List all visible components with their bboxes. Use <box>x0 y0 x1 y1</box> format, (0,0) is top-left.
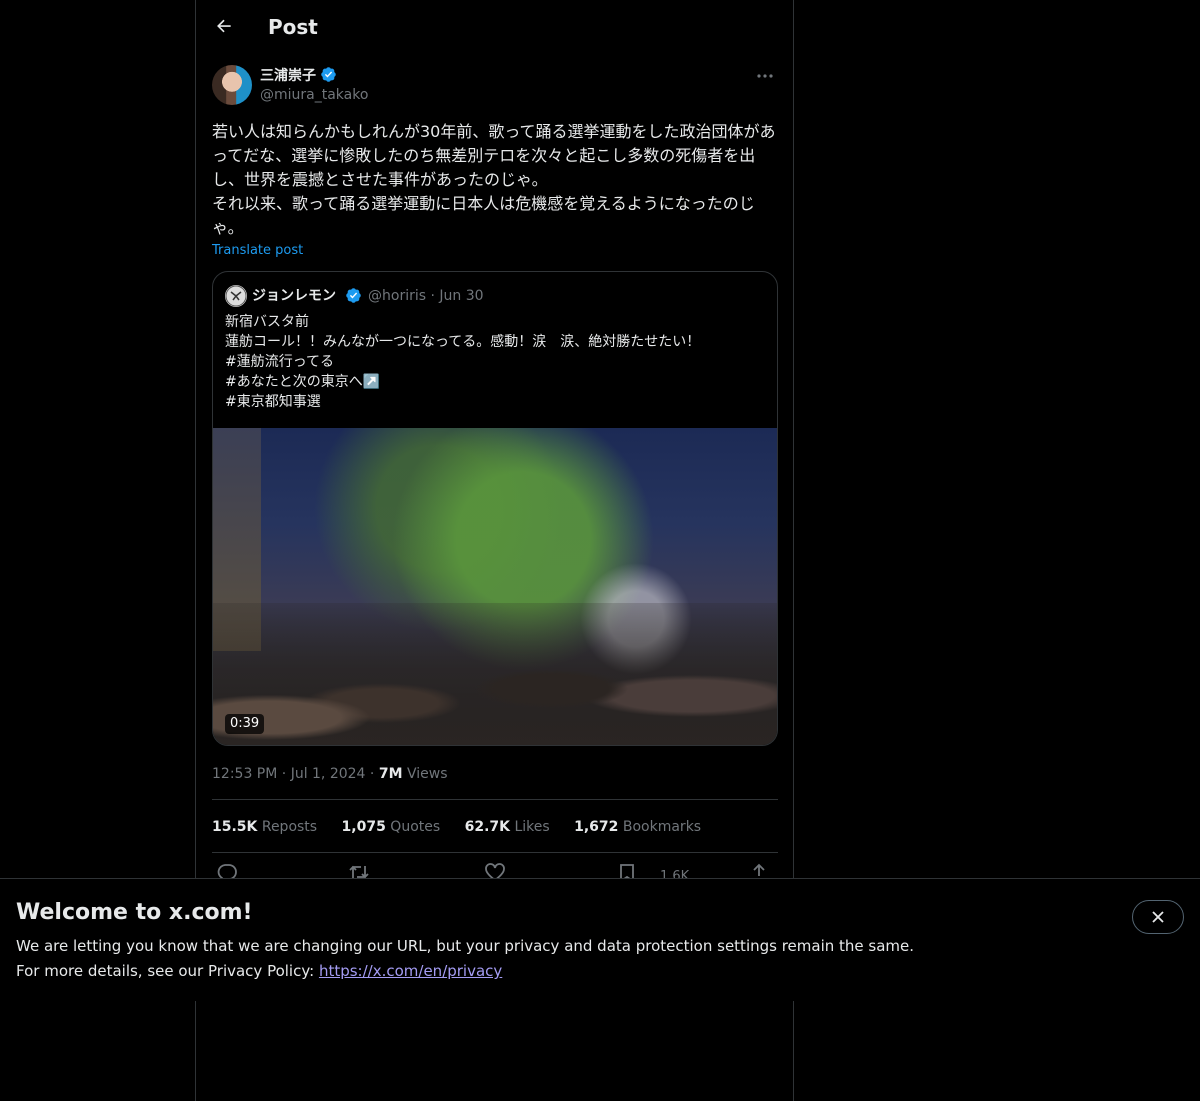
author-handle[interactable]: @miura_takako <box>260 86 368 104</box>
top-bar: Post <box>196 0 793 53</box>
more-dots-icon <box>757 74 773 78</box>
tweet-date[interactable]: Jul 1, 2024 <box>291 766 366 782</box>
quote-video[interactable]: 0:39 <box>213 428 777 745</box>
quote-avatar[interactable] <box>225 285 247 307</box>
more-button[interactable] <box>753 66 777 86</box>
divider <box>212 852 778 853</box>
likes-label: Likes <box>514 819 550 835</box>
verified-badge-icon <box>321 67 336 82</box>
tweet-author: 三浦崇子 @miura_takako <box>212 64 777 106</box>
video-frame-crowd <box>213 602 777 745</box>
engagement-stats: 15.5K Reposts 1,075 Quotes 62.7K Likes 1… <box>212 817 721 837</box>
banner-line-2-prefix: For more details, see our Privacy Policy… <box>16 962 319 980</box>
page-title: Post <box>268 15 318 39</box>
back-button[interactable] <box>212 14 236 38</box>
tweet-meta: 12:53 PM · Jul 1, 2024 · 7M Views <box>212 764 448 784</box>
separator-dot: · <box>369 766 375 782</box>
divider <box>212 799 778 800</box>
quote-avatar-icon <box>225 285 247 307</box>
close-icon <box>1152 911 1164 923</box>
avatar[interactable] <box>212 65 252 105</box>
views-count: 7M <box>378 766 403 782</box>
reposts-stat[interactable]: 15.5K Reposts <box>212 819 317 835</box>
separator-dot: · <box>281 766 287 782</box>
bookmarks-stat[interactable]: 1,672 Bookmarks <box>574 819 701 835</box>
quotes-stat[interactable]: 1,075 Quotes <box>342 819 441 835</box>
tweet-text: 若い人は知らんかもしれんが30年前、歌って踊る選挙運動をした政治団体があってだな… <box>212 122 776 237</box>
author-name-text[interactable]: 三浦崇子 <box>260 68 316 84</box>
views-label: Views <box>406 766 448 782</box>
url-change-banner: Welcome to x.com! We are letting you kno… <box>0 878 1200 1001</box>
likes-count: 62.7K <box>464 819 510 835</box>
banner-line-2: For more details, see our Privacy Policy… <box>16 959 914 984</box>
banner-text: We are letting you know that we are chan… <box>16 934 914 984</box>
reposts-label: Reposts <box>261 819 318 835</box>
reposts-count: 15.5K <box>212 819 258 835</box>
quote-text: 新宿バスタ前 蓮舫コール！！みんなが一つになってる。感動！涙 涙、絶対勝たせたい… <box>225 314 701 410</box>
bookmarks-label: Bookmarks <box>622 819 702 835</box>
banner-line-1: We are letting you know that we are chan… <box>16 937 915 955</box>
quotes-count: 1,075 <box>341 819 386 835</box>
video-duration-badge: 0:39 <box>225 714 265 734</box>
quoted-tweet[interactable]: ジョンレモン @horiris · Jun 30 新宿バスタ前 蓮舫コール！！み… <box>212 271 778 746</box>
quote-date[interactable]: Jun 30 <box>439 288 483 304</box>
quote-meta: @horiris · Jun 30 <box>368 285 484 307</box>
quote-author-handle[interactable]: @horiris <box>368 288 426 304</box>
translate-link[interactable]: Translate post <box>212 243 303 258</box>
separator-dot: · <box>430 288 435 304</box>
banner-title: Welcome to x.com! <box>16 900 253 925</box>
verified-badge-icon <box>346 288 361 303</box>
arrow-left-icon <box>217 19 231 33</box>
likes-stat[interactable]: 62.7K Likes <box>465 819 550 835</box>
bookmarks-count: 1,672 <box>574 819 619 835</box>
quote-author-name[interactable]: ジョンレモン <box>252 285 336 307</box>
close-banner-button[interactable] <box>1132 900 1184 934</box>
privacy-policy-link[interactable]: https://x.com/en/privacy <box>319 962 502 980</box>
quotes-label: Quotes <box>390 819 441 835</box>
author-name[interactable]: 三浦崇子 <box>260 66 337 85</box>
tweet-time[interactable]: 12:53 PM <box>212 766 277 782</box>
